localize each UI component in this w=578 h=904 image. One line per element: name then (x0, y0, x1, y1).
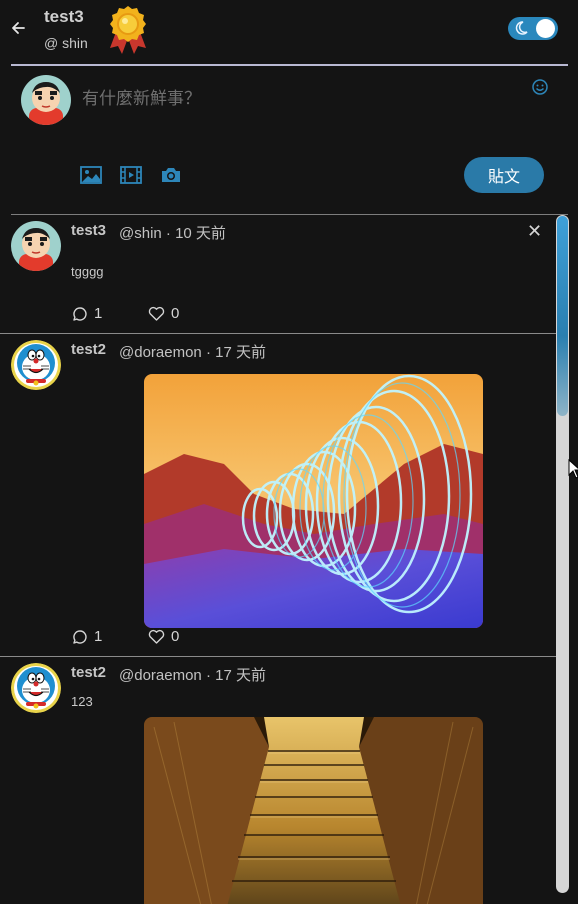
post-author-name[interactable]: test2 (71, 664, 106, 681)
compose-input[interactable] (82, 86, 512, 112)
post-item: test2 @doraemon · 17 天前 1 0 (0, 334, 556, 657)
moon-icon (514, 19, 528, 43)
profile-name: test3 (44, 7, 84, 26)
reply-count: 1 (94, 305, 103, 322)
feed-scrollbar[interactable] (556, 215, 569, 893)
heart-icon (148, 629, 165, 645)
like-button[interactable]: 0 (148, 305, 179, 322)
post-image[interactable] (144, 374, 483, 628)
back-arrow-icon[interactable] (10, 16, 30, 40)
reply-count: 1 (94, 628, 103, 645)
post-meta: @doraemon · 17 天前 (119, 344, 266, 361)
post-body: tgggg (71, 264, 104, 279)
avatar[interactable] (11, 340, 61, 390)
post-meta: @shin · 10 天前 (119, 225, 226, 242)
post-image[interactable] (144, 717, 483, 904)
camera-icon[interactable] (160, 165, 184, 187)
like-count: 0 (171, 305, 180, 322)
post-composer: 貼文 (0, 66, 578, 214)
reply-button[interactable]: 1 (72, 305, 102, 322)
post-meta: @doraemon · 17 天前 (119, 667, 266, 684)
reply-button[interactable]: 1 (72, 628, 102, 645)
profile-handle: @ shin (44, 35, 88, 51)
app-header: test3 @ shin (0, 0, 578, 66)
toggle-knob (536, 19, 555, 38)
medal-icon (106, 4, 150, 56)
post-feed: test3 @shin · 10 天前 ✕ tgggg 1 0 test2 @d… (0, 215, 556, 904)
close-icon[interactable]: ✕ (527, 221, 542, 242)
post-item: test3 @shin · 10 天前 ✕ tgggg 1 0 (0, 215, 556, 334)
video-icon[interactable] (120, 165, 144, 187)
avatar[interactable] (11, 663, 61, 713)
post-author-name[interactable]: test2 (71, 341, 106, 358)
mouse-cursor-icon (568, 458, 578, 479)
post-button[interactable]: 貼文 (464, 157, 544, 193)
smiley-icon[interactable] (531, 78, 551, 98)
heart-icon (148, 306, 165, 322)
comment-icon (72, 629, 88, 645)
avatar (21, 75, 71, 125)
avatar[interactable] (11, 221, 61, 271)
image-icon[interactable] (80, 165, 104, 187)
comment-icon (72, 306, 88, 322)
post-body: 123 (71, 694, 93, 709)
post-author-name[interactable]: test3 (71, 222, 106, 239)
like-count: 0 (171, 628, 180, 645)
post-item: test2 @doraemon · 17 天前 123 (0, 657, 556, 904)
scrollbar-thumb[interactable] (557, 216, 568, 416)
theme-toggle[interactable] (508, 17, 558, 40)
like-button[interactable]: 0 (148, 628, 179, 645)
